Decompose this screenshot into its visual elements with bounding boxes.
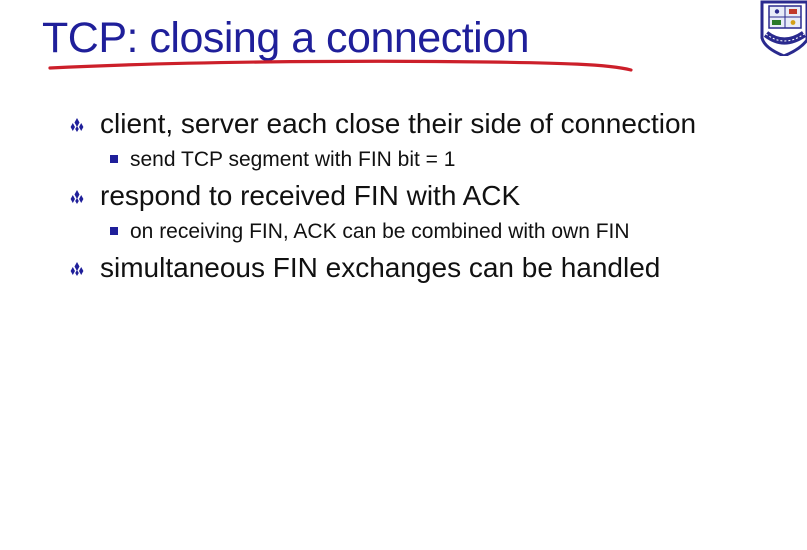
university-seal-icon <box>760 0 807 56</box>
bullet-text: client, server each close their side of … <box>100 108 697 139</box>
sub-bullet-text: send TCP segment with FIN bit = 1 <box>130 148 456 171</box>
sub-bullet-text: on receiving FIN, ACK can be combined wi… <box>130 220 630 243</box>
diamond-bullet-icon <box>70 118 84 132</box>
square-bullet-icon <box>110 227 118 235</box>
bullet-text: simultaneous FIN exchanges can be handle… <box>100 252 661 283</box>
slide-title: TCP: closing a connection <box>42 14 530 62</box>
square-bullet-icon <box>110 155 118 163</box>
bullet-text: respond to received FIN with ACK <box>100 180 521 211</box>
title-underline <box>48 59 633 72</box>
sub-bullet-item: on receiving FIN, ACK can be combined wi… <box>110 214 800 250</box>
bullet-list: client, server each close their side of … <box>70 106 800 286</box>
diamond-bullet-icon <box>70 262 84 276</box>
bullet-item: client, server each close their side of … <box>70 106 800 142</box>
sub-bullet-item: send TCP segment with FIN bit = 1 <box>110 142 800 178</box>
slide: TCP: closing a connection client, server… <box>0 0 807 550</box>
bullet-item: simultaneous FIN exchanges can be handle… <box>70 250 800 286</box>
diamond-bullet-icon <box>70 190 84 204</box>
bullet-item: respond to received FIN with ACK <box>70 178 800 214</box>
